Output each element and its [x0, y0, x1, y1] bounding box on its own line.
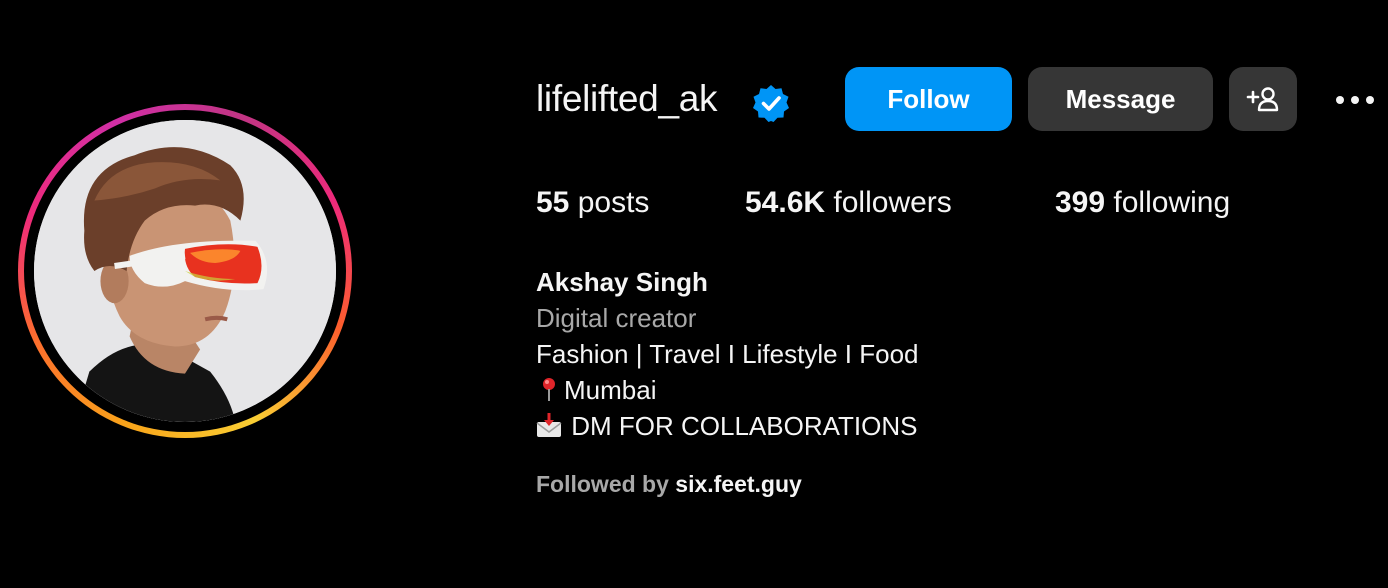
verified-badge-icon [751, 83, 791, 123]
follow-button[interactable]: Follow [845, 67, 1012, 131]
username: lifelifted_ak [536, 78, 718, 119]
round-pushpin-icon [536, 376, 564, 402]
category-label: Digital creator [536, 303, 697, 333]
followed-by[interactable]: Followed by six.feet.guy [536, 471, 802, 498]
options-button[interactable] [1330, 86, 1380, 114]
followed-by-user[interactable]: six.feet.guy [675, 471, 802, 497]
bio-text: Fashion | Travel I Lifestyle I Food [536, 339, 919, 369]
profile-header: lifelifted_ak Follow Message 55 posts 54… [0, 0, 1388, 588]
story-ring[interactable] [18, 104, 352, 438]
bio-location: Mumbai [536, 372, 918, 408]
envelope-with-arrow-icon [536, 412, 564, 438]
message-button[interactable]: Message [1028, 67, 1213, 131]
ellipsis-icon [1336, 96, 1344, 104]
add-person-icon [1246, 87, 1279, 112]
full-name: Akshay Singh [536, 267, 708, 297]
bio-dm: DM FOR COLLABORATIONS [536, 408, 918, 444]
profile-photo-icon [34, 120, 336, 422]
followers-link[interactable]: 54.6K followers [745, 186, 952, 220]
bio: Akshay Singh Digital creator Fashion | T… [536, 264, 918, 444]
avatar[interactable] [34, 120, 336, 422]
suggested-accounts-button[interactable] [1229, 67, 1297, 131]
following-link[interactable]: 399 following [1055, 186, 1230, 220]
posts-count: 55 posts [536, 186, 650, 219]
